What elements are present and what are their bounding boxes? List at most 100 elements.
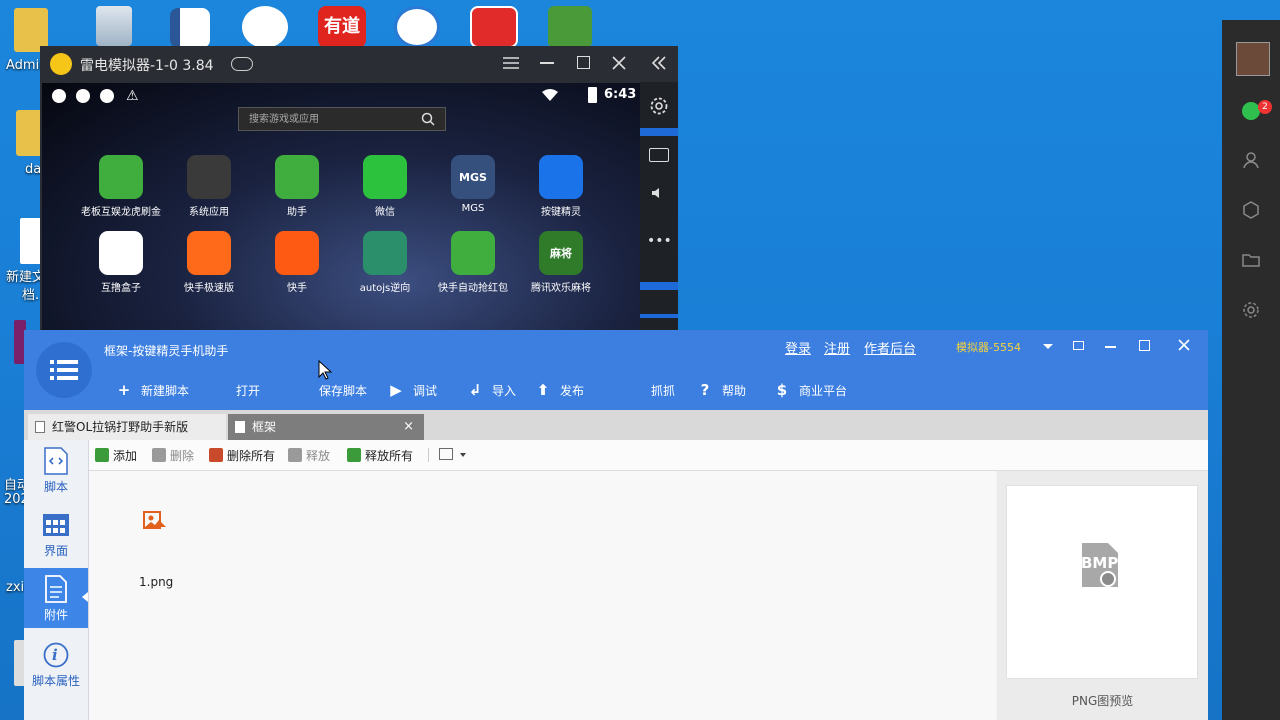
maximize-icon[interactable] (1139, 340, 1150, 351)
youdao-icon[interactable]: 有道 (318, 6, 366, 48)
toolbar-button-6[interactable]: ⬆ 发布 (533, 378, 584, 402)
text-file-icon[interactable] (20, 218, 42, 264)
maximize-icon[interactable] (577, 56, 590, 69)
close-icon[interactable] (611, 55, 627, 71)
mouse-cursor (318, 359, 333, 380)
toolbar-button-8[interactable]: ? 帮助 (695, 378, 746, 402)
toolbar-label: 保存脚本 (319, 383, 368, 398)
emulator-sidebar: ••• (640, 82, 678, 330)
minimize-icon[interactable] (1105, 346, 1116, 348)
attachment-action-2[interactable]: 删除 (152, 447, 194, 463)
device-select[interactable]: 模拟器-5554 (956, 339, 1021, 355)
app-image (363, 155, 407, 199)
recycle-bin-icon[interactable] (96, 6, 132, 46)
menu-icon[interactable] (503, 56, 519, 70)
close-icon[interactable] (1178, 339, 1190, 351)
tab-script-inactive[interactable]: 红警OL拉锅打野助手新版 (28, 414, 226, 440)
toolbar-button-3[interactable]: 保存脚本 (292, 378, 367, 402)
register-link[interactable]: 注册 (824, 338, 850, 357)
emulator-search-input[interactable]: 搜索游戏或应用 (238, 107, 446, 131)
more-icon[interactable]: ••• (647, 234, 672, 248)
action-icon (209, 448, 223, 462)
action-icon (347, 448, 361, 462)
folder-icon (209, 380, 229, 400)
file-item[interactable]: 1.png (129, 505, 181, 595)
action-label: 释放 (306, 448, 331, 463)
app-label: 助手 (287, 207, 307, 218)
view-mode-icon[interactable] (439, 448, 453, 460)
action-icon (288, 448, 302, 462)
app-icon[interactable]: 互撸盒子 (81, 231, 161, 294)
app-icon[interactable]: 快手 (257, 231, 337, 294)
login-link[interactable]: 登录 (785, 338, 811, 357)
author-link[interactable]: 作者后台 (864, 338, 916, 357)
toolbar-button-5[interactable]: ↲ 导入 (465, 378, 516, 402)
chevron-down-icon[interactable] (460, 453, 466, 457)
bmp-label: BMP (1081, 554, 1119, 572)
status-dots (52, 89, 114, 106)
attachment-action-3[interactable]: 删除所有 (209, 447, 275, 463)
app-icon[interactable]: 麻将 腾讯欢乐麻将 (521, 231, 601, 294)
toolbar-button-7[interactable]: 抓抓 (624, 378, 675, 402)
sidebar-item-ui[interactable]: 界面 (24, 504, 88, 564)
h-app-icon[interactable] (394, 6, 440, 48)
settings-icon[interactable] (649, 96, 669, 116)
cube-icon[interactable] (1239, 200, 1263, 224)
attachment-action-1[interactable]: 添加 (95, 447, 137, 463)
word-document-icon[interactable] (170, 8, 210, 48)
app-label: 腾讯欢乐麻将 (531, 283, 591, 294)
volume-icon[interactable] (651, 186, 665, 200)
android-screen[interactable]: ⚠ 6:43 搜索游戏或应用 老板互娱龙虎刷金 系统应用 助手 微信 MGS MGS 按键精… (42, 83, 640, 330)
main-window: 框架-按键精灵手机助手 登录 注册 作者后台 模拟器-5554 + 新建脚本 打开 保… (24, 330, 1208, 720)
app-icon[interactable]: 快手自动抢红包 (433, 231, 513, 294)
sidebar-divider (640, 314, 678, 318)
desktop-label: zxi (6, 580, 25, 595)
chevron-down-icon[interactable] (1043, 344, 1053, 349)
window-header: 框架-按键精灵手机助手 登录 注册 作者后台 模拟器-5554 + 新建脚本 打开 保… (24, 330, 1208, 410)
app-label: 老板互娱龙虎刷金 (81, 207, 161, 218)
tab-framework-active[interactable]: 框架 × (228, 414, 424, 440)
settings-icon[interactable] (1239, 300, 1263, 324)
restore-icon[interactable] (1073, 341, 1084, 350)
sidebar-divider (640, 282, 678, 290)
toolbar-button-1[interactable]: + 新建脚本 (114, 378, 189, 402)
toolbar-button-2[interactable]: 打开 (209, 378, 260, 402)
sidebar-item-script[interactable]: 脚本 (24, 440, 88, 500)
app-icon[interactable]: 按键精灵 (521, 155, 601, 218)
emulator-window: 雷电模拟器-1-0 3.84 ⚠ 6:43 搜索游戏或应用 老板互娱龙虎刷金 系统… (40, 46, 678, 330)
document-icon (235, 421, 245, 433)
app-icon[interactable]: 快手极速版 (169, 231, 249, 294)
sidebar-item-attachment[interactable]: 附件 (24, 568, 88, 628)
avatar[interactable] (1236, 42, 1270, 76)
contacts-icon[interactable] (1239, 150, 1263, 174)
iu-app-icon[interactable] (242, 6, 288, 48)
minimize-icon[interactable] (540, 62, 554, 64)
flower-app-icon[interactable] (548, 6, 592, 48)
app-icon[interactable]: MGS MGS (433, 155, 513, 214)
app-icon[interactable]: 老板互娱龙虎刷金 (81, 155, 161, 218)
app-icon[interactable]: 系统应用 (169, 155, 249, 218)
toolbar-label: 打开 (236, 383, 261, 398)
app-icon[interactable]: autojs逆向 (345, 231, 425, 294)
app-icon[interactable]: 助手 (257, 155, 337, 218)
red-app-icon[interactable] (470, 6, 518, 48)
keyboard-icon[interactable] (649, 148, 669, 162)
app-image (275, 231, 319, 275)
toolbar-button-4[interactable]: ▶ 调试 (386, 378, 437, 402)
attachment-action-5[interactable]: 释放所有 (347, 447, 413, 463)
attachment-toolbar: 添加 删除 删除所有 释放 释放所有 (89, 440, 1208, 471)
search-icon[interactable] (421, 112, 435, 126)
folder-icon[interactable] (1239, 250, 1263, 274)
gamepad-icon[interactable] (231, 57, 253, 71)
app-icon[interactable]: 微信 (345, 155, 425, 218)
attachment-action-4[interactable]: 释放 (288, 447, 330, 463)
app-image (187, 231, 231, 275)
tab-close-icon[interactable]: × (403, 414, 414, 440)
collapse-icon[interactable] (651, 55, 667, 71)
sidebar-item-label: 界面 (43, 544, 68, 558)
play-icon: ▶ (390, 381, 402, 399)
sidebar-item-script-properties[interactable]: i 脚本属性 (24, 634, 88, 694)
document-icon (35, 421, 45, 433)
toolbar-label: 调试 (413, 383, 438, 398)
toolbar-button-9[interactable]: $ 商业平台 (772, 378, 847, 402)
